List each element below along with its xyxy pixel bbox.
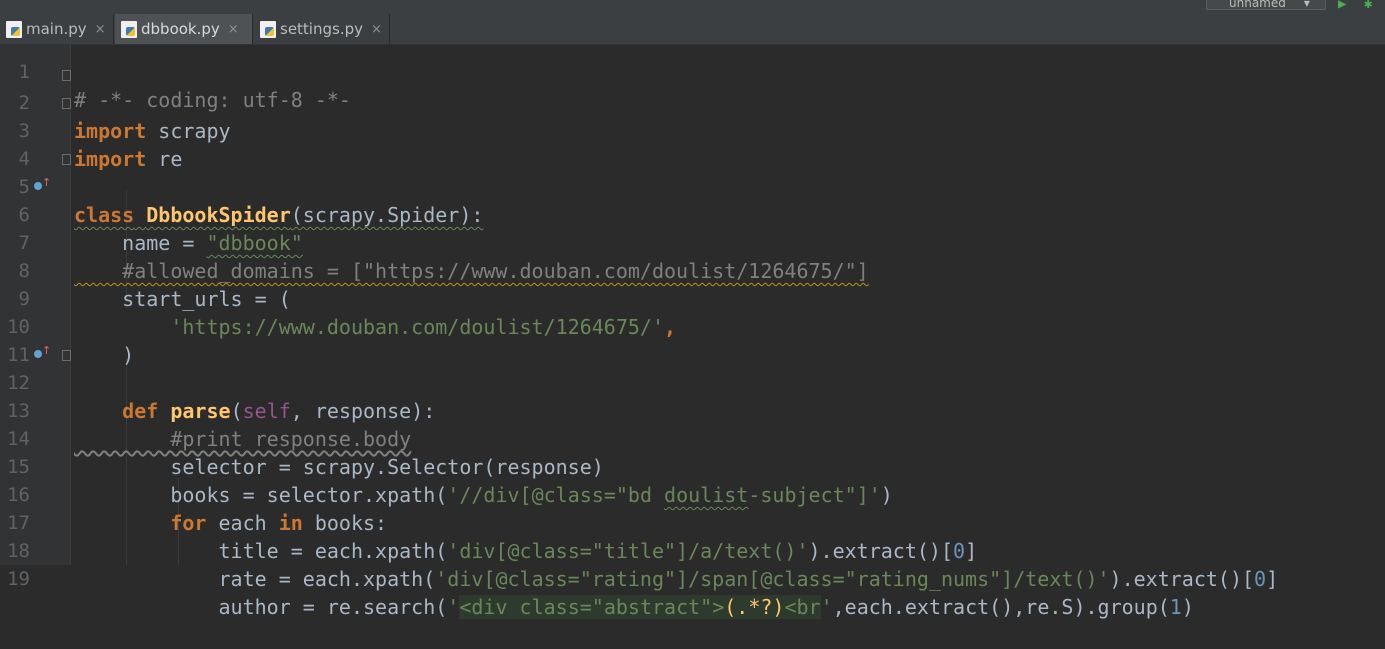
fold-marker-icon[interactable]: [62, 350, 71, 361]
code-line: 11: [0, 313, 48, 366]
code-text: ): [74, 343, 135, 367]
code-text: title = each.xpath('div[@class="title"]/…: [74, 539, 978, 563]
code-text: import scrapy: [74, 119, 231, 143]
code-line: 3 import re: [0, 89, 183, 171]
code-line: 10 ): [0, 285, 134, 367]
code-line: 4: [0, 117, 48, 170]
code-text: #allowed_domains = ["https://www.douban.…: [74, 259, 869, 283]
code-text: class DbbookSpider(scrapy.Spider):: [74, 203, 484, 227]
code-text: start_urls = (: [74, 287, 291, 311]
code-line: 5 class DbbookSpider(scrapy.Spider):: [0, 145, 484, 227]
code-text: 'https://www.douban.com/doulist/1264675/…: [170, 315, 677, 339]
code-line: 17 title = each.xpath('div[@class="title…: [0, 481, 977, 563]
code-line: 6 name = "dbbook": [0, 173, 303, 255]
code-text: books = selector.xpath('//div[@class="bd…: [74, 483, 893, 507]
code-line: 7 #allowed_domains = ["https://www.douba…: [0, 201, 869, 283]
code-text: for each in books:: [170, 511, 388, 535]
code-line: 15 books = selector.xpath('//div[@class=…: [0, 425, 893, 507]
code-text: rate = each.xpath('div[@class="rating"]/…: [74, 567, 1279, 591]
code-line: 14 selector = scrapy.Selector(response): [0, 397, 604, 479]
fold-marker-icon[interactable]: [62, 70, 71, 81]
code-line: 16 for each in books:: [0, 453, 387, 535]
line-number: 19: [7, 568, 30, 590]
code-line: 2 import scrapy: [0, 61, 231, 143]
code-line: 18 rate = each.xpath('div[@class="rating…: [0, 509, 1278, 591]
fold-marker-icon[interactable]: [62, 154, 71, 165]
code-line: 19 author = re.search('<div class="abstr…: [0, 537, 1194, 619]
code-line: 1 # -*- coding: utf-8 -*-: [0, 30, 351, 112]
code-text: #print response.body: [74, 427, 412, 451]
code-text: author = re.search('<div class="abstract…: [74, 595, 1194, 619]
code-editor[interactable]: ↑ ↑ 1 # -*- coding: utf-8 -*- 2 import s…: [0, 0, 1385, 619]
code-line: 12 def parse(self, response):: [0, 341, 435, 423]
code-text: selector = scrapy.Selector(response): [74, 455, 604, 479]
code-text: name = "dbbook": [74, 231, 303, 255]
code-text: import re: [74, 147, 183, 171]
code-line: 9 'https://www.douban.com/doulist/126467…: [0, 257, 677, 339]
code-line: 13 #print response.body: [0, 369, 411, 451]
code-line: 8 start_urls = (: [0, 229, 291, 311]
fold-marker-icon[interactable]: [62, 98, 71, 109]
code-text: # -*- coding: utf-8 -*-: [74, 88, 351, 112]
code-text: def parse(self, response):: [122, 399, 436, 423]
